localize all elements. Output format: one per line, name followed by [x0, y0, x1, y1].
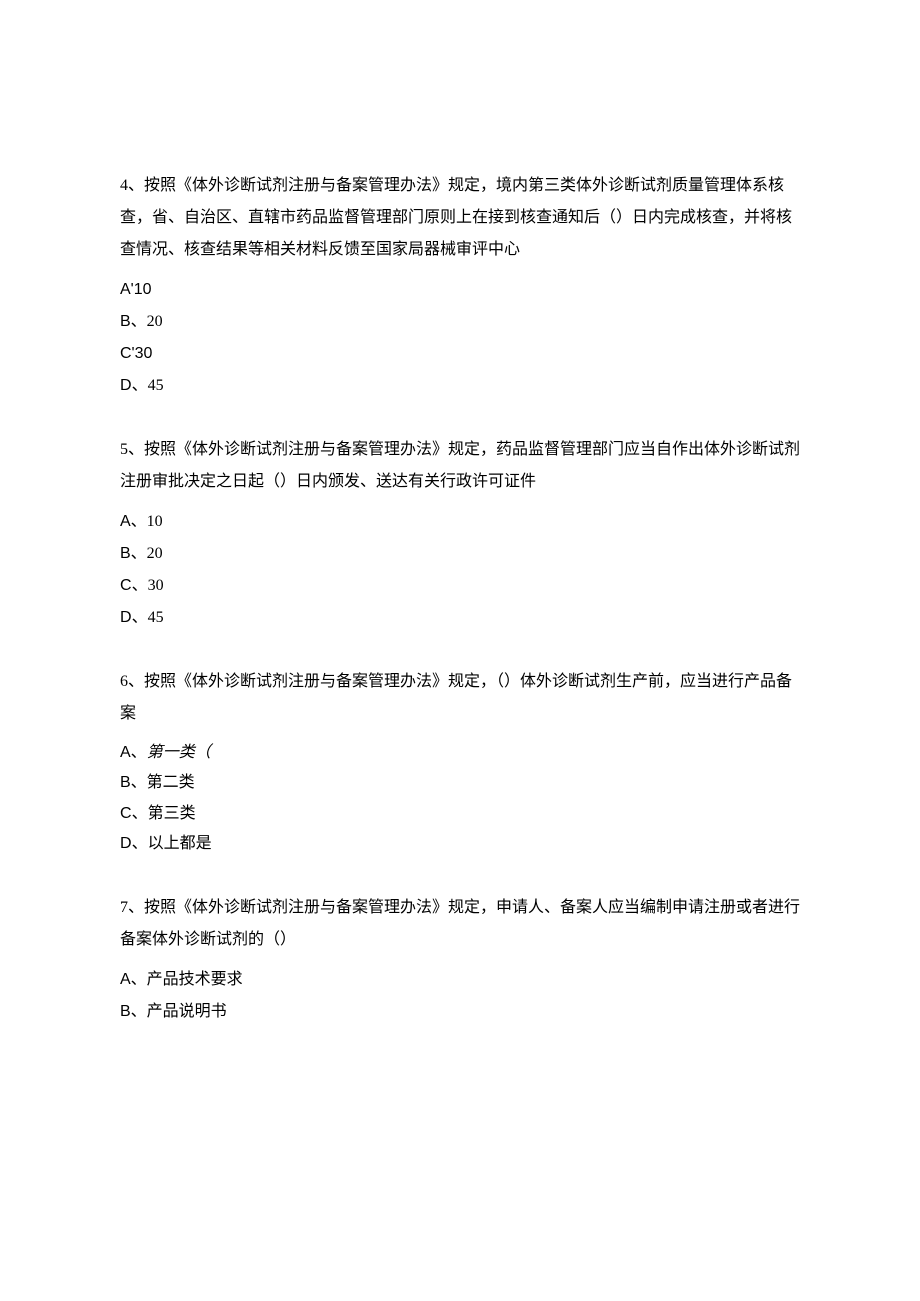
question-4-options: A'10 B、20 C'30 D、45	[120, 274, 800, 402]
option-b: B、第二类	[120, 768, 800, 798]
option-b: B、产品说明书	[120, 996, 800, 1028]
option-a-rest: 、产品技术要求	[131, 971, 243, 988]
option-b-label: B	[120, 545, 131, 562]
option-a-sep: 、	[131, 744, 147, 761]
question-5: 5、按照《体外诊断试剂注册与备案管理办法》规定，药品监督管理部门应当自作出体外诊…	[120, 434, 800, 634]
question-6-options: A、第一类（ B、第二类 C、第三类 D、以上都是	[120, 738, 800, 860]
option-b-rest: 、产品说明书	[131, 1003, 227, 1020]
option-b: B、20	[120, 306, 800, 338]
option-c-text: C'30	[120, 345, 152, 362]
option-d-label: D	[120, 377, 132, 394]
option-d: D、45	[120, 370, 800, 402]
option-a-label: A	[120, 513, 131, 530]
option-b-label: B	[120, 313, 131, 330]
option-a: A、第一类（	[120, 738, 800, 768]
option-b-label: B	[120, 1003, 131, 1020]
option-c: C'30	[120, 338, 800, 370]
option-c-label: C	[120, 577, 132, 594]
option-d-label: D	[120, 609, 132, 626]
question-7-options: A、产品技术要求 B、产品说明书	[120, 964, 800, 1028]
option-b-rest: 、20	[131, 313, 163, 330]
option-c: C、30	[120, 570, 800, 602]
question-5-stem: 5、按照《体外诊断试剂注册与备案管理办法》规定，药品监督管理部门应当自作出体外诊…	[120, 434, 800, 498]
question-5-options: A、10 B、20 C、30 D、45	[120, 506, 800, 634]
question-4-stem: 4、按照《体外诊断试剂注册与备案管理办法》规定，境内第三类体外诊断试剂质量管理体…	[120, 170, 800, 266]
option-a-label: A	[120, 971, 131, 988]
option-d-rest: 、45	[132, 377, 164, 394]
question-6-stem: 6、按照《体外诊断试剂注册与备案管理办法》规定，（）体外诊断试剂生产前，应当进行…	[120, 666, 800, 730]
option-b-label: B	[120, 774, 131, 791]
option-a: A、10	[120, 506, 800, 538]
option-a-ital: 第一类（	[147, 744, 211, 761]
question-7-stem: 7、按照《体外诊断试剂注册与备案管理办法》规定，申请人、备案人应当编制申请注册或…	[120, 892, 800, 956]
option-a-label: A	[120, 744, 131, 761]
option-d: D、以上都是	[120, 829, 800, 859]
option-a: A、产品技术要求	[120, 964, 800, 996]
option-b: B、20	[120, 538, 800, 570]
question-7: 7、按照《体外诊断试剂注册与备案管理办法》规定，申请人、备案人应当编制申请注册或…	[120, 892, 800, 1028]
option-d: D、45	[120, 602, 800, 634]
question-6: 6、按照《体外诊断试剂注册与备案管理办法》规定，（）体外诊断试剂生产前，应当进行…	[120, 666, 800, 860]
option-d-rest: 、以上都是	[132, 835, 212, 852]
option-c: C、第三类	[120, 799, 800, 829]
option-a-rest: 、10	[131, 513, 163, 530]
question-4: 4、按照《体外诊断试剂注册与备案管理办法》规定，境内第三类体外诊断试剂质量管理体…	[120, 170, 800, 402]
option-a: A'10	[120, 274, 800, 306]
option-b-rest: 、20	[131, 545, 163, 562]
option-a-text: A'10	[120, 281, 152, 298]
option-c-rest: 、第三类	[132, 805, 196, 822]
option-c-label: C	[120, 805, 132, 822]
document-page: 4、按照《体外诊断试剂注册与备案管理办法》规定，境内第三类体外诊断试剂质量管理体…	[0, 0, 920, 1301]
option-d-rest: 、45	[132, 609, 164, 626]
option-d-label: D	[120, 835, 132, 852]
option-b-rest: 、第二类	[131, 774, 195, 791]
option-c-rest: 、30	[132, 577, 164, 594]
